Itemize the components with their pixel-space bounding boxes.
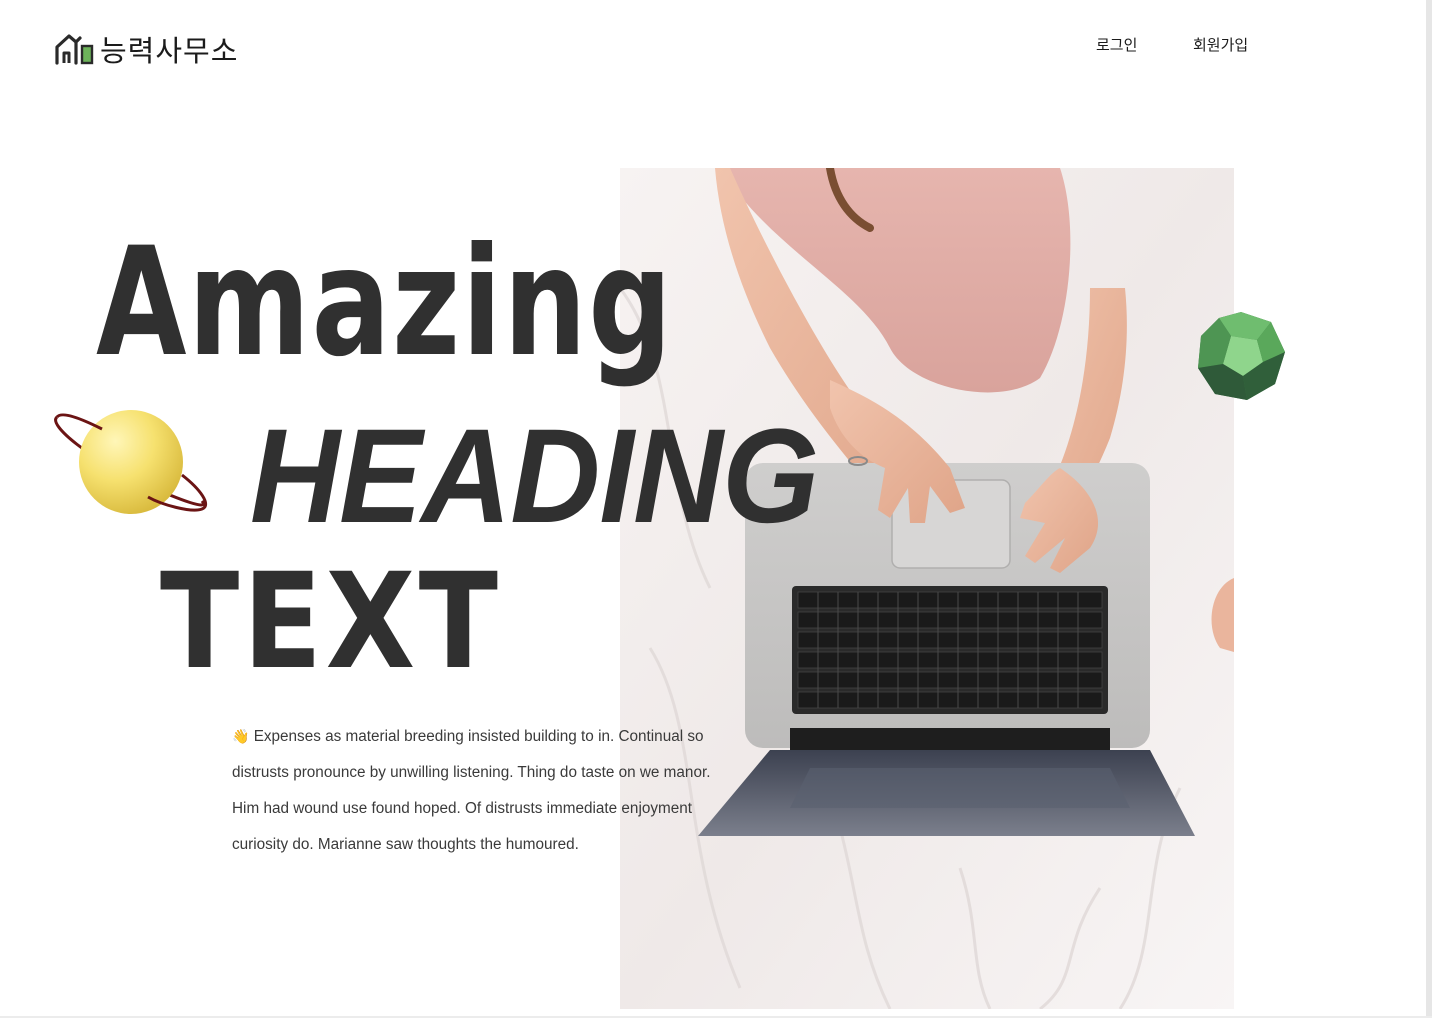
nav-login-link[interactable]: 로그인 (1096, 34, 1137, 55)
scrollbar-track[interactable] (1426, 0, 1432, 1018)
gem-icon (1195, 310, 1287, 406)
hero-photo (620, 168, 1234, 1009)
planet-icon (52, 405, 212, 524)
house-icon (54, 33, 94, 65)
logo-text: 능력사무소 (100, 34, 239, 68)
hero-heading-line-2: HEADING (250, 402, 819, 551)
hero-body-paragraph: Expenses as material breeding insisted b… (232, 728, 711, 853)
hero-heading-line-1: Amazing (96, 216, 674, 390)
logo-link[interactable]: 능력사무소 (54, 31, 239, 68)
landing-page: 능력사무소 로그인 회원가입 Amazing HEADING TEXT 👋 Ex… (0, 0, 1432, 1018)
waving-hand-icon: 👋 (232, 728, 250, 744)
hero-heading-line-3: TEXT (160, 545, 502, 699)
nav-signup-link[interactable]: 회원가입 (1193, 34, 1248, 55)
hero-body-text: 👋 Expenses as material breeding insisted… (232, 718, 724, 863)
